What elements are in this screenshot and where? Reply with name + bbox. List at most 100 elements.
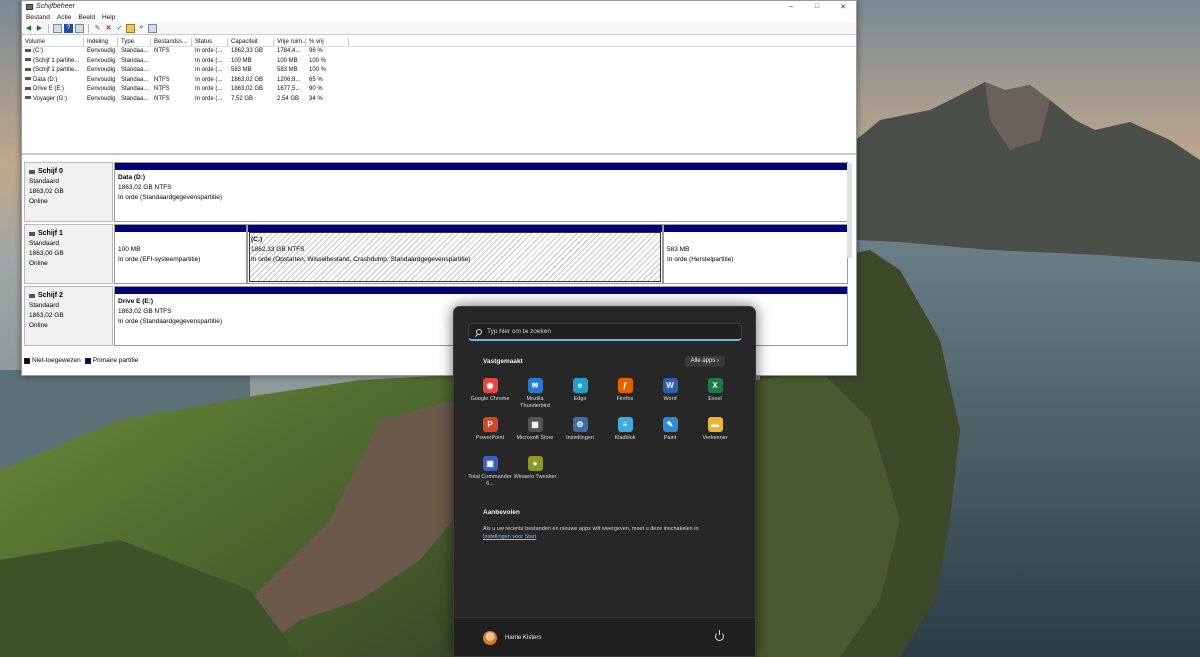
partition-size: 583 MB bbox=[667, 246, 690, 253]
partition-d[interactable]: Data (D:) 1863,02 GB NTFS In orde (Stand… bbox=[114, 162, 848, 222]
app-label: Google Chrome bbox=[470, 396, 510, 402]
pinned-app-thunderbird[interactable]: ✉ Mozilla Thunderbird bbox=[513, 375, 557, 410]
minimize-button[interactable]: – bbox=[778, 1, 804, 12]
start-search-box[interactable] bbox=[468, 323, 742, 341]
cell-text: 34 % bbox=[309, 95, 323, 102]
cell-text: 90 % bbox=[309, 86, 323, 92]
properties-icon[interactable] bbox=[75, 23, 84, 33]
column-header-status[interactable]: Status bbox=[192, 38, 228, 46]
pinned-app-edge[interactable]: e Edge bbox=[558, 375, 602, 403]
table-row[interactable]: (C:) Eenvoudig Standaa... NTFS In orde (... 1… bbox=[22, 47, 856, 57]
start-search-input[interactable] bbox=[487, 328, 727, 335]
volume-rows: (C:) Eenvoudig Standaa... NTFS In orde (... 1… bbox=[22, 47, 856, 104]
power-icon[interactable] bbox=[715, 630, 724, 641]
pinned-app-settings[interactable]: ⚙ Instellingen bbox=[558, 414, 602, 442]
table-row[interactable]: Drive E (E:) Eenvoudig Standaa... NTFS In or… bbox=[22, 85, 856, 95]
app-label: Instellingen bbox=[566, 435, 594, 441]
close-button[interactable]: ✕ bbox=[830, 1, 856, 12]
edge-icon: e bbox=[572, 378, 588, 393]
user-name[interactable]: Harrie Kisters bbox=[505, 635, 541, 641]
cell-capacity: 100 MB bbox=[228, 57, 274, 67]
column-header-capacity[interactable]: Capaciteit bbox=[228, 38, 274, 46]
cell-text: Data (D:) bbox=[33, 76, 58, 83]
pinned-app-firefox[interactable]: ƒ Firefox bbox=[603, 375, 647, 403]
recommended-title: Aanbevolen bbox=[483, 509, 520, 516]
open-folder-icon[interactable] bbox=[126, 23, 135, 33]
partition-c-selected[interactable]: (C:) 1862,33 GB NTFS In orde (Opstarten,… bbox=[247, 224, 663, 284]
pinned-app-word[interactable]: W Word bbox=[648, 375, 692, 403]
cell-text: 65 % bbox=[309, 76, 323, 83]
cell-text: 1677,5... bbox=[277, 86, 301, 92]
menu-help[interactable]: Help bbox=[102, 14, 115, 21]
list-view-icon[interactable] bbox=[53, 23, 62, 33]
partition-efi[interactable]: 100 MB In orde (EFI-systeempartitie) bbox=[114, 224, 247, 284]
search-disk-icon[interactable]: ⌕ bbox=[137, 24, 146, 33]
table-row[interactable]: (Schijf 1 partitie... Eenvoudig Standaa...… bbox=[22, 57, 856, 67]
disk-name: Schijf 2 bbox=[38, 292, 63, 299]
cell-capacity: 7,52 GB bbox=[228, 95, 274, 105]
menu-actie[interactable]: Actie bbox=[57, 14, 71, 21]
table-row[interactable]: Data (D:) Eenvoudig Standaa... NTFS In orde … bbox=[22, 76, 856, 86]
cell-free-space: 2,54 GB bbox=[274, 95, 306, 105]
pinned-app-notepad[interactable]: ≡ Kladblok bbox=[603, 414, 647, 442]
pinned-app-explorer[interactable]: ▬ Verkenner bbox=[693, 414, 737, 442]
partition-color-bar bbox=[664, 225, 847, 232]
app-label: Verkenner bbox=[702, 435, 728, 441]
cell-text: NTFS bbox=[154, 76, 170, 83]
vertical-scrollbar[interactable] bbox=[847, 163, 852, 258]
pinned-app-winaero[interactable]: ● Winaero Tweaker bbox=[513, 453, 557, 481]
column-header-volume[interactable]: Volume bbox=[22, 38, 84, 46]
cell-volume: Voyager (G:) bbox=[22, 95, 84, 105]
disk-label[interactable]: Schijf 1 Standaard 1863,00 GB Online bbox=[24, 224, 113, 284]
connect-icon[interactable]: ✎ bbox=[93, 24, 102, 33]
pinned-app-excel[interactable]: X Excel bbox=[693, 375, 737, 403]
partition-title: Data (D:) bbox=[118, 174, 146, 181]
cell-capacity: 1863,02 GB bbox=[228, 85, 274, 95]
cell-free-space: 100 MB bbox=[274, 57, 306, 67]
pinned-app-powerpoint[interactable]: P PowerPoint bbox=[468, 414, 512, 442]
thunderbird-icon: ✉ bbox=[527, 378, 543, 393]
disk-label[interactable]: Schijf 2 Standaard 1863,02 GB Online bbox=[24, 286, 113, 346]
start-settings-link[interactable]: Instellingen voor Start bbox=[483, 534, 536, 540]
disk-name: Schijf 1 bbox=[38, 230, 63, 237]
check-icon[interactable]: ✓ bbox=[115, 24, 124, 33]
maximize-button[interactable]: □ bbox=[804, 1, 830, 12]
column-header-free-space[interactable]: Vrije ruim... bbox=[274, 38, 306, 46]
volume-icon bbox=[25, 67, 31, 71]
cell-layout: Eenvoudig bbox=[84, 47, 118, 57]
pinned-app-store[interactable]: ▦ Microsoft Store bbox=[513, 414, 557, 442]
table-row[interactable]: (Schijf 1 partitie... Eenvoudig Standaa...… bbox=[22, 66, 856, 76]
cell-text: Standaa... bbox=[121, 86, 149, 92]
column-header-percent-free[interactable]: % vrij bbox=[306, 38, 349, 46]
help-icon[interactable]: ? bbox=[64, 23, 73, 33]
cell-filesystem: NTFS bbox=[151, 76, 192, 86]
cell-text: Eenvoudig bbox=[87, 67, 116, 73]
menu-beeld[interactable]: Beeld bbox=[78, 14, 95, 21]
pinned-app-chrome[interactable]: ◉ Google Chrome bbox=[468, 375, 512, 403]
table-row[interactable]: Voyager (G:) Eenvoudig Standaa... NTFS In or… bbox=[22, 95, 856, 105]
disk-label[interactable]: Schijf 0 Standaard 1863,02 GB Online bbox=[24, 162, 113, 222]
menu-bestand[interactable]: Bestand bbox=[26, 14, 50, 21]
avatar[interactable] bbox=[483, 631, 497, 645]
cell-status: In orde (... bbox=[192, 85, 228, 95]
partition-recovery[interactable]: 583 MB In orde (Herstelpartitie) bbox=[663, 224, 848, 284]
column-header-filesystem[interactable]: Bestandss... bbox=[151, 38, 192, 46]
cell-percent-free: 65 % bbox=[306, 76, 349, 86]
all-apps-button[interactable]: Alle apps › bbox=[684, 356, 725, 367]
column-header-layout[interactable]: Indeling bbox=[84, 38, 118, 46]
column-header-type[interactable]: Type bbox=[118, 38, 151, 46]
pinned-app-paint[interactable]: ✎ Paint bbox=[648, 414, 692, 442]
cell-text: NTFS bbox=[154, 95, 170, 102]
pinned-app-total-commander[interactable]: ▣ Total Commander 6... bbox=[468, 453, 512, 488]
cell-text: 1206,8... bbox=[277, 76, 301, 83]
back-arrow-icon[interactable]: ◀ bbox=[24, 24, 33, 33]
details-icon[interactable] bbox=[148, 23, 157, 33]
app-label: Total Commander 6... bbox=[468, 474, 512, 487]
cell-capacity: 1862,33 GB bbox=[228, 47, 274, 57]
forward-arrow-icon[interactable]: ▶ bbox=[35, 24, 44, 33]
disk-row-1[interactable]: Schijf 1 Standaard 1863,00 GB Online 100… bbox=[24, 224, 848, 284]
delete-icon[interactable]: ✕ bbox=[104, 24, 113, 33]
partition-color-bar bbox=[115, 287, 847, 294]
disk-row-0[interactable]: Schijf 0 Standaard 1863,02 GB Online Dat… bbox=[24, 162, 848, 222]
cell-text: NTFS bbox=[154, 48, 170, 54]
